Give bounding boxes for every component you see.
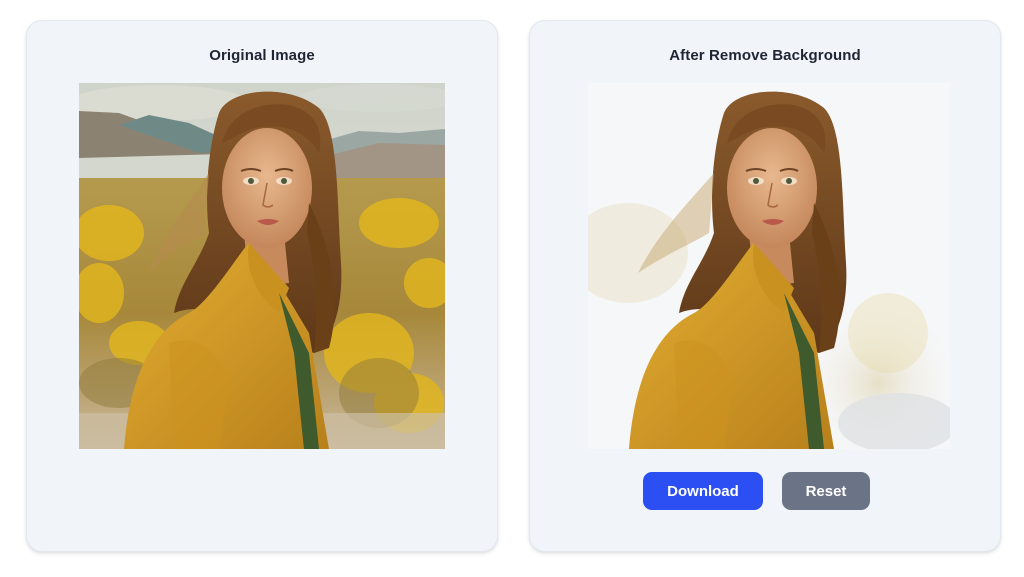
- original-image: [79, 83, 445, 449]
- original-image-title: Original Image: [209, 47, 315, 64]
- background-removed-image: [588, 83, 950, 449]
- download-button[interactable]: Download: [643, 472, 763, 510]
- original-image-panel: Original Image: [26, 20, 498, 552]
- result-image-panel: After Remove Background Download Reset: [529, 20, 1001, 552]
- result-image-title: After Remove Background: [669, 47, 861, 64]
- reset-button[interactable]: Reset: [782, 472, 870, 510]
